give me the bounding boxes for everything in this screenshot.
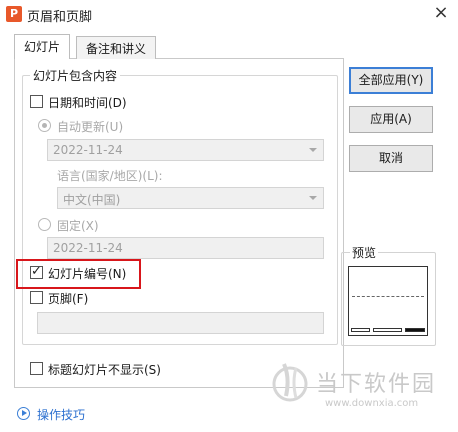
chevron-down-icon <box>309 148 317 152</box>
tab-notes-handouts[interactable]: 备注和讲义 <box>76 36 157 59</box>
auto-update-label: 自动更新(U) <box>57 120 124 134</box>
fixed-radio[interactable] <box>38 218 51 231</box>
auto-date-select[interactable]: 2022-11-24 <box>47 139 324 161</box>
preview-label: 预览 <box>350 244 379 261</box>
close-icon[interactable]: × <box>431 3 451 23</box>
fixed-date-input[interactable]: 2022-11-24 <box>47 237 324 259</box>
preview-date-placeholder <box>351 328 370 332</box>
preview-footer-placeholder <box>373 328 402 332</box>
fixed-label: 固定(X) <box>57 219 99 233</box>
hide-on-title-checkbox[interactable] <box>30 362 43 375</box>
tab-slides[interactable]: 幻灯片 <box>14 34 71 59</box>
slide-number-label: 幻灯片编号(N) <box>48 267 127 281</box>
datetime-checkbox[interactable] <box>30 95 43 108</box>
footer-checkbox[interactable] <box>30 291 43 304</box>
preview-number-placeholder <box>405 328 425 332</box>
footer-label: 页脚(F) <box>48 292 89 306</box>
watermark-logo-icon <box>272 363 308 402</box>
preview-slide <box>348 266 428 336</box>
footer-text-input[interactable] <box>37 312 324 334</box>
language-label: 语言(国家/地区)(L): <box>57 169 163 183</box>
language-select[interactable]: 中文(中国) <box>57 187 324 209</box>
slide-number-checkbox[interactable] <box>30 264 43 279</box>
group-legend: 幻灯片包含内容 <box>30 67 121 84</box>
auto-update-radio[interactable] <box>38 119 51 132</box>
play-icon[interactable] <box>17 407 30 420</box>
auto-date-value: 2022-11-24 <box>53 143 123 157</box>
cancel-button[interactable]: 取消 <box>349 145 433 172</box>
chevron-down-icon <box>309 196 317 200</box>
watermark-url: www.downxia.com <box>325 398 419 409</box>
window-title: 页眉和页脚 <box>27 10 93 25</box>
hide-on-title-label: 标题幻灯片不显示(S) <box>48 363 161 377</box>
watermark-text: 当下软件园 <box>316 372 437 397</box>
apply-all-button[interactable]: 全部应用(Y) <box>349 67 433 94</box>
app-icon: P <box>6 6 22 22</box>
tips-link[interactable]: 操作技巧 <box>37 406 85 423</box>
language-value: 中文(中国) <box>63 193 121 207</box>
fixed-date-value: 2022-11-24 <box>53 241 123 255</box>
preview-content-guide <box>352 296 424 297</box>
apply-button[interactable]: 应用(A) <box>349 106 433 133</box>
datetime-label: 日期和时间(D) <box>48 96 127 110</box>
